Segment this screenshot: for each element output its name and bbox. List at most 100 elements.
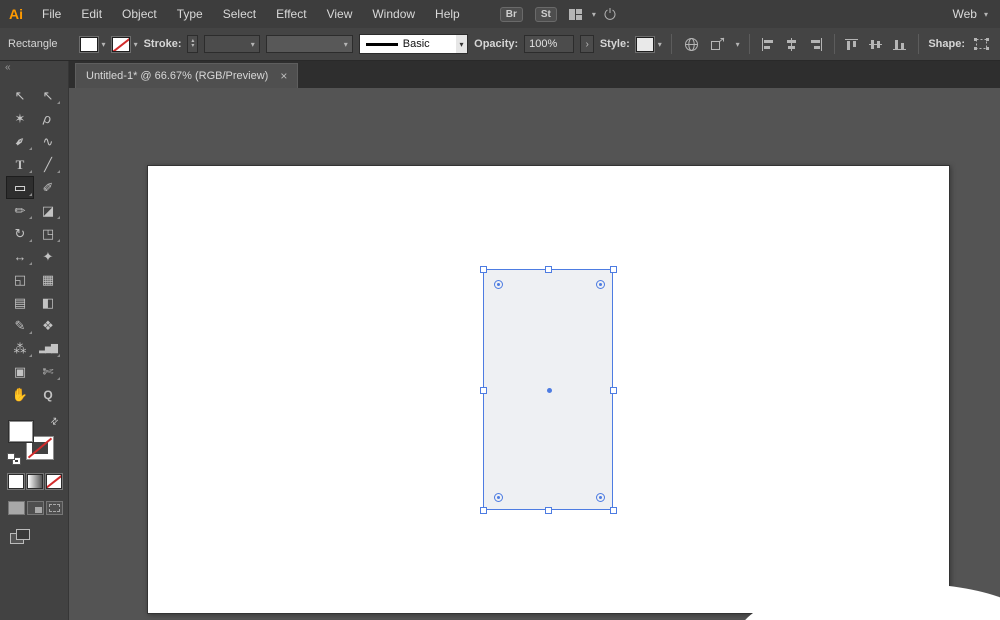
opacity-input[interactable]: 100% xyxy=(524,35,574,53)
chevron-down-icon[interactable]: ▾ xyxy=(251,40,255,49)
transform-menu-icon[interactable] xyxy=(708,37,728,51)
live-corner-widget[interactable] xyxy=(596,280,605,289)
chevron-down-icon[interactable]: ▾ xyxy=(592,10,596,19)
fill-color-control[interactable]: ▾ xyxy=(80,37,106,52)
free-transform-tool[interactable]: ✦ xyxy=(34,245,62,268)
brush-definition-select[interactable]: ▾ xyxy=(266,35,353,53)
line-segment-tool[interactable]: ╱ xyxy=(34,153,62,176)
document-tab[interactable]: Untitled-1* @ 66.67% (RGB/Preview) × xyxy=(75,63,298,88)
eraser-tool[interactable]: ◪ xyxy=(34,199,62,222)
draw-normal-button[interactable] xyxy=(8,501,25,515)
magic-wand-tool[interactable]: ✶ xyxy=(6,107,34,130)
live-corner-widget[interactable] xyxy=(494,280,503,289)
selected-rectangle[interactable] xyxy=(483,269,613,510)
align-right-icon[interactable] xyxy=(807,38,825,51)
collapse-panel-icon[interactable]: « xyxy=(0,60,68,80)
chevron-down-icon[interactable]: ▾ xyxy=(344,40,348,49)
menu-effect[interactable]: Effect xyxy=(266,0,316,28)
selection-handle[interactable] xyxy=(480,387,487,394)
perspective-grid-tool[interactable]: ▦ xyxy=(34,268,62,291)
mesh-tool[interactable]: ▤ xyxy=(6,291,34,314)
paintbrush-tool[interactable]: ✐ xyxy=(34,176,62,199)
arrange-documents-icon[interactable] xyxy=(568,8,583,21)
app-logo[interactable]: Ai xyxy=(0,0,32,28)
blend-tool[interactable]: ❖ xyxy=(34,314,62,337)
default-colors-icon[interactable] xyxy=(7,453,20,464)
menu-object[interactable]: Object xyxy=(112,0,167,28)
stroke-color-control[interactable]: ▾ xyxy=(112,37,138,52)
menu-file[interactable]: File xyxy=(32,0,71,28)
swap-colors-icon[interactable]: ⇄ xyxy=(49,415,62,428)
stroke-none-swatch-icon[interactable] xyxy=(112,37,130,52)
pen-tool[interactable]: ✒ xyxy=(6,130,34,153)
stroke-weight-stepper[interactable]: ▴ ▾ xyxy=(187,35,198,53)
menu-edit[interactable]: Edit xyxy=(71,0,112,28)
selection-handle[interactable] xyxy=(610,507,617,514)
selection-center-point[interactable] xyxy=(547,388,552,393)
align-left-icon[interactable] xyxy=(759,38,777,51)
chevron-down-icon[interactable]: ▾ xyxy=(456,34,468,54)
align-middle-v-icon[interactable] xyxy=(867,38,885,51)
close-tab-icon[interactable]: × xyxy=(280,69,287,83)
live-corner-widget[interactable] xyxy=(494,493,503,502)
draw-behind-button[interactable] xyxy=(27,501,44,515)
selection-handle[interactable] xyxy=(610,387,617,394)
canvas-area[interactable] xyxy=(68,88,1000,620)
spinner-down-icon[interactable]: ▾ xyxy=(191,44,194,49)
curvature-tool[interactable]: ∿ xyxy=(34,130,62,153)
stock-button[interactable]: St xyxy=(535,7,557,22)
shape-builder-tool[interactable]: ◱ xyxy=(6,268,34,291)
bridge-button[interactable]: Br xyxy=(500,7,523,22)
draw-inside-button[interactable] xyxy=(46,501,63,515)
fill-swatch-icon[interactable] xyxy=(80,37,98,52)
globe-icon[interactable] xyxy=(681,37,702,52)
menu-view[interactable]: View xyxy=(317,0,363,28)
chevron-down-icon[interactable]: ▾ xyxy=(134,40,138,49)
column-graph-tool[interactable]: ▂▅▇ xyxy=(34,337,62,360)
pencil-tool[interactable]: ✏ xyxy=(6,199,34,222)
symbol-sprayer-tool[interactable]: ⁂ xyxy=(6,337,34,360)
live-corner-widget[interactable] xyxy=(596,493,605,502)
chevron-down-icon[interactable]: ▾ xyxy=(658,40,662,49)
touch-workspace-icon[interactable] xyxy=(603,7,617,21)
type-tool[interactable]: T xyxy=(6,153,34,176)
zoom-tool[interactable]: Q xyxy=(34,383,62,406)
none-mode-button[interactable] xyxy=(46,474,62,489)
stroke-weight-select[interactable]: ▾ xyxy=(204,35,260,53)
fill-swatch[interactable] xyxy=(9,421,33,442)
style-swatch-icon[interactable] xyxy=(636,37,654,52)
rotate-tool[interactable]: ↻ xyxy=(6,222,34,245)
menu-select[interactable]: Select xyxy=(213,0,266,28)
chevron-down-icon[interactable]: ▾ xyxy=(736,40,740,49)
menu-help[interactable]: Help xyxy=(425,0,470,28)
screen-mode-button[interactable] xyxy=(10,529,30,544)
align-center-h-icon[interactable] xyxy=(783,38,801,51)
stroke-style-select[interactable]: Basic xyxy=(359,34,457,54)
shape-widget-icon[interactable] xyxy=(971,37,992,51)
menu-window[interactable]: Window xyxy=(362,0,425,28)
opacity-panel-arrow[interactable]: › xyxy=(580,35,593,53)
selection-handle[interactable] xyxy=(480,266,487,273)
graphic-style-control[interactable]: ▾ xyxy=(636,37,662,52)
hand-tool[interactable]: ✋ xyxy=(6,383,34,406)
rectangle-tool[interactable]: ▭ xyxy=(6,176,34,199)
gradient-tool[interactable]: ◧ xyxy=(34,291,62,314)
align-bottom-icon[interactable] xyxy=(891,38,909,51)
selection-handle[interactable] xyxy=(545,507,552,514)
chevron-down-icon[interactable]: ▾ xyxy=(102,40,106,49)
selection-handle[interactable] xyxy=(480,507,487,514)
color-mode-button[interactable] xyxy=(8,474,24,489)
selection-handle[interactable] xyxy=(610,266,617,273)
eyedropper-tool[interactable]: ✎ xyxy=(6,314,34,337)
selection-handle[interactable] xyxy=(545,266,552,273)
selection-tool[interactable]: ↖ xyxy=(6,84,34,107)
menu-type[interactable]: Type xyxy=(167,0,213,28)
workspace-switcher[interactable]: Web ▾ xyxy=(953,7,1000,21)
direct-selection-tool[interactable]: ↖ xyxy=(34,84,62,107)
gradient-mode-button[interactable] xyxy=(27,474,43,489)
width-tool[interactable]: ↔ xyxy=(6,245,34,268)
scale-tool[interactable]: ◳ xyxy=(34,222,62,245)
lasso-tool[interactable]: ρ xyxy=(34,107,62,130)
slice-tool[interactable]: ✄ xyxy=(34,360,62,383)
align-top-icon[interactable] xyxy=(843,38,861,51)
